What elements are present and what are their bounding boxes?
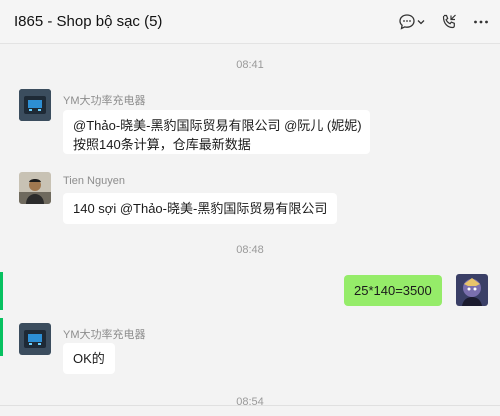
avatar[interactable] bbox=[456, 274, 488, 306]
message-bubble[interactable]: 140 sợi @Thảo-晓美-黑豹国际贸易有限公司 bbox=[63, 193, 338, 224]
message-input-area[interactable] bbox=[0, 405, 500, 416]
message-text: 25*140=3500 bbox=[354, 283, 432, 298]
sender-name: Tien Nguyen bbox=[63, 175, 125, 187]
selection-indicator bbox=[0, 318, 3, 356]
message-bubble[interactable]: OK的 bbox=[63, 343, 115, 374]
avatar[interactable] bbox=[19, 323, 51, 355]
timestamp: 08:41 bbox=[236, 59, 264, 71]
avatar[interactable] bbox=[19, 172, 51, 204]
message-bubble[interactable]: @Thảo-晓美-黑豹国际贸易有限公司 @阮儿 (妮妮) 按照140条计算，仓库… bbox=[63, 110, 370, 154]
chevron-down-icon[interactable] bbox=[415, 12, 427, 32]
message-text: @Thảo-晓美-黑豹国际贸易有限公司 @阮儿 (妮妮) bbox=[73, 118, 362, 133]
timestamp: 08:48 bbox=[236, 244, 264, 256]
call-icon[interactable] bbox=[438, 12, 460, 32]
sender-name: YM大功率充电器 bbox=[63, 329, 146, 341]
chat-header: I865 - Shop bộ sạc (5) bbox=[0, 0, 500, 44]
chat-title: I865 - Shop bộ sạc (5) bbox=[14, 13, 163, 30]
message-text: 按照140条计算，仓库最新数据 bbox=[73, 137, 251, 152]
avatar[interactable] bbox=[19, 89, 51, 121]
message-bubble-mine[interactable]: 25*140=3500 bbox=[344, 275, 442, 306]
message-text: 140 sợi @Thảo-晓美-黑豹国际贸易有限公司 bbox=[73, 201, 328, 216]
more-icon[interactable] bbox=[470, 12, 492, 32]
message-text: OK的 bbox=[73, 351, 105, 366]
sender-name: YM大功率充电器 bbox=[63, 95, 146, 107]
selection-indicator bbox=[0, 272, 3, 310]
